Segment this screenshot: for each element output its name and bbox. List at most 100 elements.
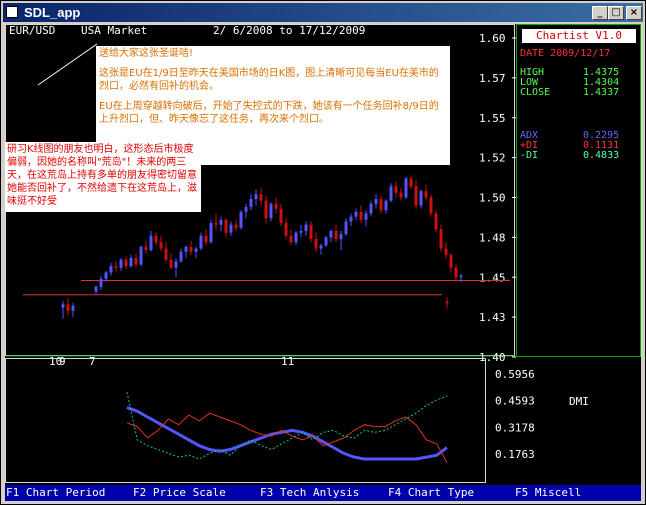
candle-body	[204, 235, 208, 243]
candle-body	[229, 224, 233, 233]
dmi-tick-label: 0.4593	[495, 395, 535, 408]
dmi-axis: 0.5956 0.4593 0.3178 0.1763	[495, 368, 535, 461]
annotation-side: 研习K线图的朋友也明白，这形态后市极度偏弱，因她的名称叫"荒岛"！未来的两三天，…	[5, 142, 201, 212]
candle-body	[289, 235, 293, 243]
candle-body	[399, 192, 403, 198]
candle-body	[299, 230, 303, 233]
candle-body	[189, 246, 193, 252]
title-bar[interactable]: SDL_app _ □ ×	[3, 3, 643, 22]
candle-body	[71, 305, 75, 311]
close-label: CLOSE	[520, 87, 551, 98]
candle-body	[199, 235, 203, 249]
chart-area[interactable]: EUR/USD USA Market 2/ 6/2008 to 17/12/20…	[5, 24, 641, 501]
candle-body	[344, 221, 348, 235]
price-tick-label: 1.60	[479, 32, 506, 45]
f5-miscell-button[interactable]: F5 Miscell	[515, 486, 581, 499]
candle-body	[66, 304, 70, 311]
candle-body	[244, 207, 248, 212]
candle-body	[119, 259, 123, 268]
candle-body	[129, 258, 133, 267]
dmi-tick-label: 0.3178	[495, 421, 535, 434]
candle-body	[214, 223, 218, 225]
candle-body	[424, 191, 428, 198]
candle-body	[239, 211, 243, 228]
app-window: SDL_app _ □ × EUR/USD USA Market 2/ 6/20…	[0, 0, 646, 505]
candle-body	[149, 235, 153, 251]
price-tick-label: 1.50	[479, 192, 506, 205]
annotation-pointer	[37, 43, 98, 86]
candle-body	[144, 246, 148, 251]
close-value: 1.4337	[583, 87, 620, 98]
candle-body	[414, 186, 418, 206]
date-axis: 109 7 11	[49, 355, 294, 368]
candle-body	[259, 194, 263, 201]
candle-body	[109, 266, 113, 273]
candle-body	[264, 200, 268, 219]
candle-body	[309, 224, 313, 239]
app-version-label: Chartist V1.0	[522, 29, 636, 43]
annotation-line-3: EU在上周穿越转向破后，开始了失控式的下跌，她该有一个任务回补8/9日的上升烈口…	[99, 101, 439, 125]
candle-body	[439, 229, 443, 249]
candle-body	[314, 238, 318, 249]
market-label: USA Market	[81, 24, 147, 37]
candle-body	[329, 230, 333, 238]
candle-body	[294, 232, 298, 243]
candle-body	[429, 197, 433, 214]
candle-body	[384, 200, 388, 211]
candle-body	[445, 301, 449, 304]
price-tick-label: 1.45	[479, 271, 506, 284]
candle-body	[139, 246, 143, 265]
candle-body	[99, 278, 103, 287]
dmi-tick-label: 0.5956	[495, 368, 535, 381]
candle-body	[269, 203, 273, 219]
candle-body	[224, 219, 228, 233]
price-axis: 1.60 1.57 1.55 1.52 1.50 1.48 1.45 1.43 1.40	[479, 32, 516, 364]
function-key-bar: F1 Chart Period F2 Price Scale F3 Tech A…	[5, 485, 641, 501]
date-tick-label: 11	[281, 355, 294, 368]
annotation-line-1: 送给大家这张圣诞咭!	[99, 48, 194, 59]
candle-body	[379, 199, 383, 211]
candle-body	[164, 248, 168, 260]
date-range-label: 2/ 6/2008 to 17/12/2009	[213, 24, 365, 37]
dmi-label: DMI	[569, 395, 589, 408]
indicator-panel-frame	[5, 358, 486, 483]
f1-chart-period-button[interactable]: F1 Chart Period	[6, 486, 105, 499]
f4-chart-type-button[interactable]: F4 Chart Type	[388, 486, 474, 499]
candle-body	[114, 266, 118, 268]
dmi-line-minus-di	[126, 392, 448, 460]
candle-body	[349, 216, 353, 222]
candle-body	[334, 230, 338, 239]
close-button[interactable]: ×	[626, 6, 642, 20]
candle-body	[219, 219, 223, 225]
candle-body	[434, 213, 438, 230]
price-tick-label: 1.57	[479, 72, 506, 85]
candle-body	[124, 259, 128, 267]
candle-body	[339, 234, 343, 239]
candle-body	[324, 237, 328, 246]
info-panel: Chartist V1.0 DATE 2009/12/17 HIGH 1.437…	[516, 24, 641, 357]
price-tick-label: 1.43	[479, 311, 506, 324]
f3-tech-analysis-button[interactable]: F3 Tech Anlysis	[260, 486, 359, 499]
candle-body	[409, 178, 413, 187]
f2-price-scale-button[interactable]: F2 Price Scale	[133, 486, 226, 499]
candle-body	[389, 186, 393, 201]
candle-body	[364, 213, 368, 220]
candle-body	[419, 191, 423, 206]
info-date: DATE 2009/12/17	[520, 48, 611, 59]
candle-body	[354, 211, 358, 217]
candle-body	[249, 199, 253, 208]
mdi-label: -DI	[520, 150, 539, 161]
maximize-button[interactable]: □	[608, 6, 624, 20]
price-tick-label: 1.48	[479, 231, 506, 244]
app-icon	[6, 6, 18, 18]
candle-body	[234, 224, 238, 228]
candle-body	[359, 211, 363, 220]
candle-body	[174, 261, 178, 268]
price-tick-label: 1.40	[479, 351, 506, 364]
annotation-line-2: 这张是EU在1/9日至昨天在美国市场的日K图，图上清晰可见每当EU在美市的烈口，…	[99, 68, 439, 92]
candle-body	[179, 251, 183, 262]
candle-body	[369, 203, 373, 214]
date-tick-label: 9	[59, 355, 66, 368]
minimize-button[interactable]: _	[592, 6, 608, 20]
price-tick-label: 1.55	[479, 112, 506, 125]
